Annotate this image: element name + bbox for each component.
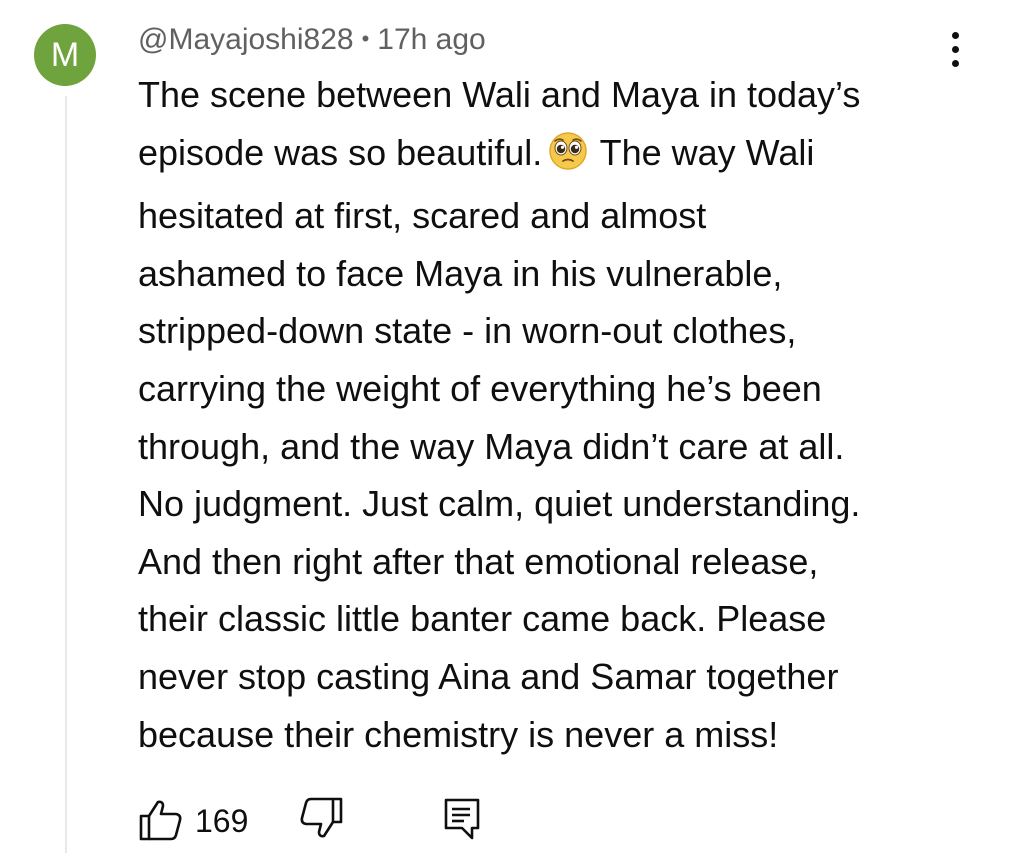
like-button[interactable]: [138, 796, 184, 842]
thumbs-down-icon: [300, 797, 343, 838]
comment-line-part: The way Wali: [599, 131, 815, 173]
comment-line: their classic little banter came back. P…: [138, 598, 827, 640]
comment-line: No judgment. Just calm, quiet understand…: [138, 483, 861, 525]
pleading-face-emoji: [548, 130, 588, 188]
comment-line: The scene between Wali and Maya in today…: [138, 74, 861, 115]
comment-actions: 169: [138, 796, 558, 848]
comment-line: never stop casting Aina and Samar togeth…: [138, 655, 839, 697]
comment-line: And then right after that emotional rele…: [138, 540, 819, 582]
author-handle[interactable]: @Mayajoshi828: [138, 23, 354, 56]
more-vert-icon[interactable]: [942, 30, 970, 68]
comment-line: hesitated at first, scared and almost: [138, 195, 707, 237]
thumbs-up-icon: [139, 800, 182, 841]
comment-line: episode was so beautiful. The way Wali: [138, 124, 968, 188]
comment-timestamp: 17h ago: [377, 23, 486, 56]
avatar[interactable]: M: [34, 24, 96, 86]
meta-separator: •: [361, 26, 370, 51]
comment-text: The scene between Wali and Maya in today…: [138, 66, 968, 763]
menu-dot: [952, 46, 959, 53]
thread-line: [65, 96, 67, 853]
comment-line: stripped-down state - in worn-out clothe…: [138, 310, 797, 352]
comment-line: because their chemistry is never a miss!: [138, 713, 779, 755]
comment-meta: @Mayajoshi828 • 17h ago: [138, 20, 486, 59]
like-count: 169: [195, 803, 249, 839]
comment-line-part: episode was so beautiful.: [138, 131, 543, 173]
comment-line: carrying the weight of everything he’s b…: [138, 367, 822, 409]
reply-comment-icon: [444, 798, 480, 840]
dislike-button[interactable]: [298, 796, 344, 842]
comment-line: through, and the way Maya didn’t care at…: [138, 425, 845, 467]
comment-line: ashamed to face Maya in his vulnerable,: [138, 252, 783, 294]
reply-button[interactable]: [442, 796, 482, 842]
menu-dot: [952, 32, 959, 39]
